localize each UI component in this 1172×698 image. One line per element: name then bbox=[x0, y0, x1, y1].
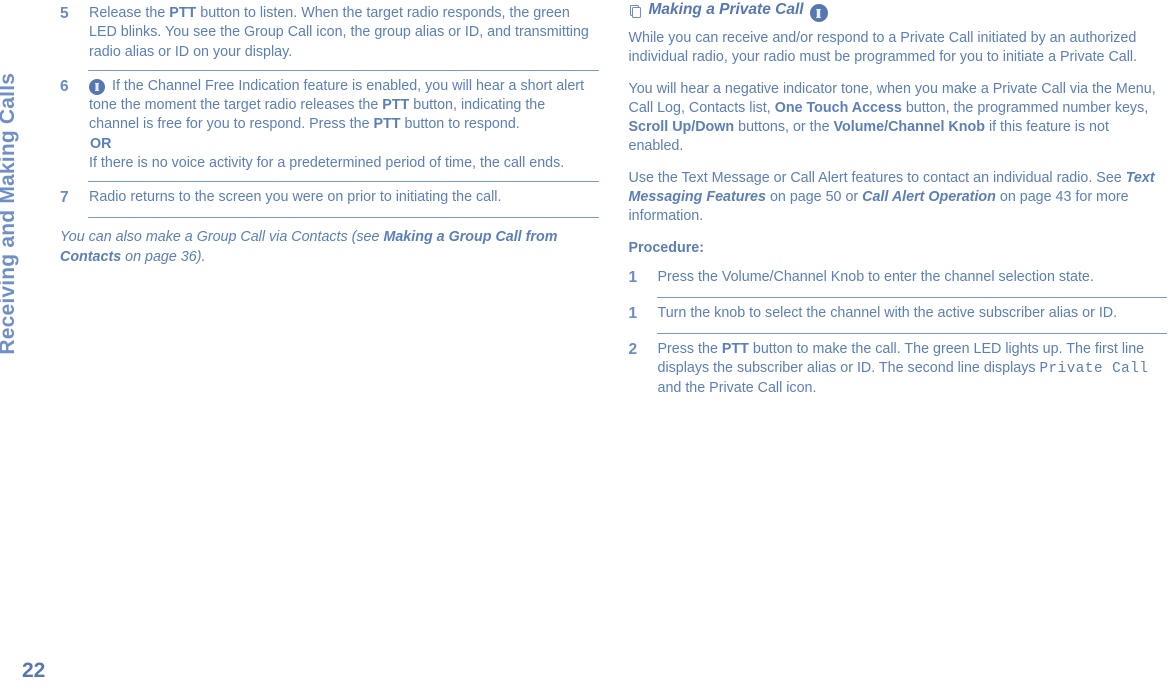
step-6: 6 If the Channel Free Indication feature… bbox=[60, 73, 599, 179]
text: on page 36). bbox=[121, 249, 205, 265]
step-number: 1 bbox=[629, 268, 645, 289]
step-divider bbox=[657, 297, 1168, 298]
text: You can also make a Group Call via Conta… bbox=[60, 229, 383, 245]
step-number: 6 bbox=[60, 77, 76, 173]
heading-text: Making a Private Call bbox=[649, 0, 804, 21]
paragraph: You will hear a negative indicator tone,… bbox=[629, 80, 1168, 157]
text: Press the bbox=[658, 341, 722, 357]
phone-icon bbox=[810, 4, 828, 22]
step-number: 5 bbox=[60, 4, 76, 62]
step-body: Press the PTT button to make the call. T… bbox=[658, 340, 1168, 399]
step-7: 7 Radio returns to the screen you were o… bbox=[60, 184, 599, 215]
step-number: 7 bbox=[60, 188, 76, 209]
text: Use the Text Message or Call Alert featu… bbox=[629, 170, 1126, 186]
ptt-label: PTT bbox=[169, 5, 196, 21]
left-column: 5 Release the PTT button to listen. When… bbox=[60, 0, 599, 658]
step-divider bbox=[88, 217, 599, 218]
step-1b: 1 Turn the knob to select the channel wi… bbox=[629, 300, 1168, 331]
paragraph: While you can receive and/or respond to … bbox=[629, 29, 1168, 68]
text: button, the programmed number keys, bbox=[902, 100, 1148, 116]
step-1a: 1 Press the Volume/Channel Knob to enter… bbox=[629, 264, 1168, 295]
contacts-note: You can also make a Group Call via Conta… bbox=[60, 228, 599, 267]
step-body: Radio returns to the screen you were on … bbox=[89, 188, 599, 209]
ptt-label: PTT bbox=[374, 116, 401, 132]
text: buttons, or the bbox=[734, 119, 833, 135]
page-icon bbox=[629, 5, 643, 19]
section-title: Receiving and Making Calls bbox=[0, 73, 22, 355]
cross-ref-call-alert: Call Alert Operation bbox=[862, 189, 996, 205]
procedure-label: Procedure: bbox=[629, 239, 1168, 258]
step-2: 2 Press the PTT button to make the call.… bbox=[629, 336, 1168, 405]
volume-knob-label: Volume/Channel Knob bbox=[834, 119, 985, 135]
display-text: Private Call bbox=[1039, 361, 1148, 377]
right-column: Making a Private Call While you can rece… bbox=[629, 0, 1168, 658]
content-columns: 5 Release the PTT button to listen. When… bbox=[60, 0, 1167, 658]
text: on page 50 or bbox=[766, 189, 862, 205]
ptt-label: PTT bbox=[722, 341, 749, 357]
step-divider bbox=[657, 333, 1168, 334]
text: If there is no voice activity for a pred… bbox=[89, 154, 595, 173]
page-number: 22 bbox=[22, 657, 45, 685]
step-body: Press the Volume/Channel Knob to enter t… bbox=[658, 268, 1168, 289]
step-body: Turn the knob to select the channel with… bbox=[658, 304, 1168, 325]
scroll-buttons-label: Scroll Up/Down bbox=[629, 119, 735, 135]
step-body: If the Channel Free Indication feature i… bbox=[89, 77, 599, 173]
ptt-label: PTT bbox=[382, 97, 409, 113]
private-call-heading: Making a Private Call bbox=[629, 0, 1168, 21]
step-5: 5 Release the PTT button to listen. When… bbox=[60, 0, 599, 68]
text: and the Private Call icon. bbox=[658, 380, 817, 396]
step-number: 1 bbox=[629, 304, 645, 325]
paragraph: Use the Text Message or Call Alert featu… bbox=[629, 169, 1168, 227]
step-divider bbox=[88, 70, 599, 71]
one-touch-access-label: One Touch Access bbox=[775, 100, 902, 116]
step-number: 2 bbox=[629, 340, 645, 399]
step-body: Release the PTT button to listen. When t… bbox=[89, 4, 599, 62]
phone-icon bbox=[89, 79, 105, 95]
or-label: OR bbox=[90, 135, 595, 154]
step-divider bbox=[88, 181, 599, 182]
text: button to respond. bbox=[401, 116, 520, 132]
text: Release the bbox=[89, 5, 169, 21]
